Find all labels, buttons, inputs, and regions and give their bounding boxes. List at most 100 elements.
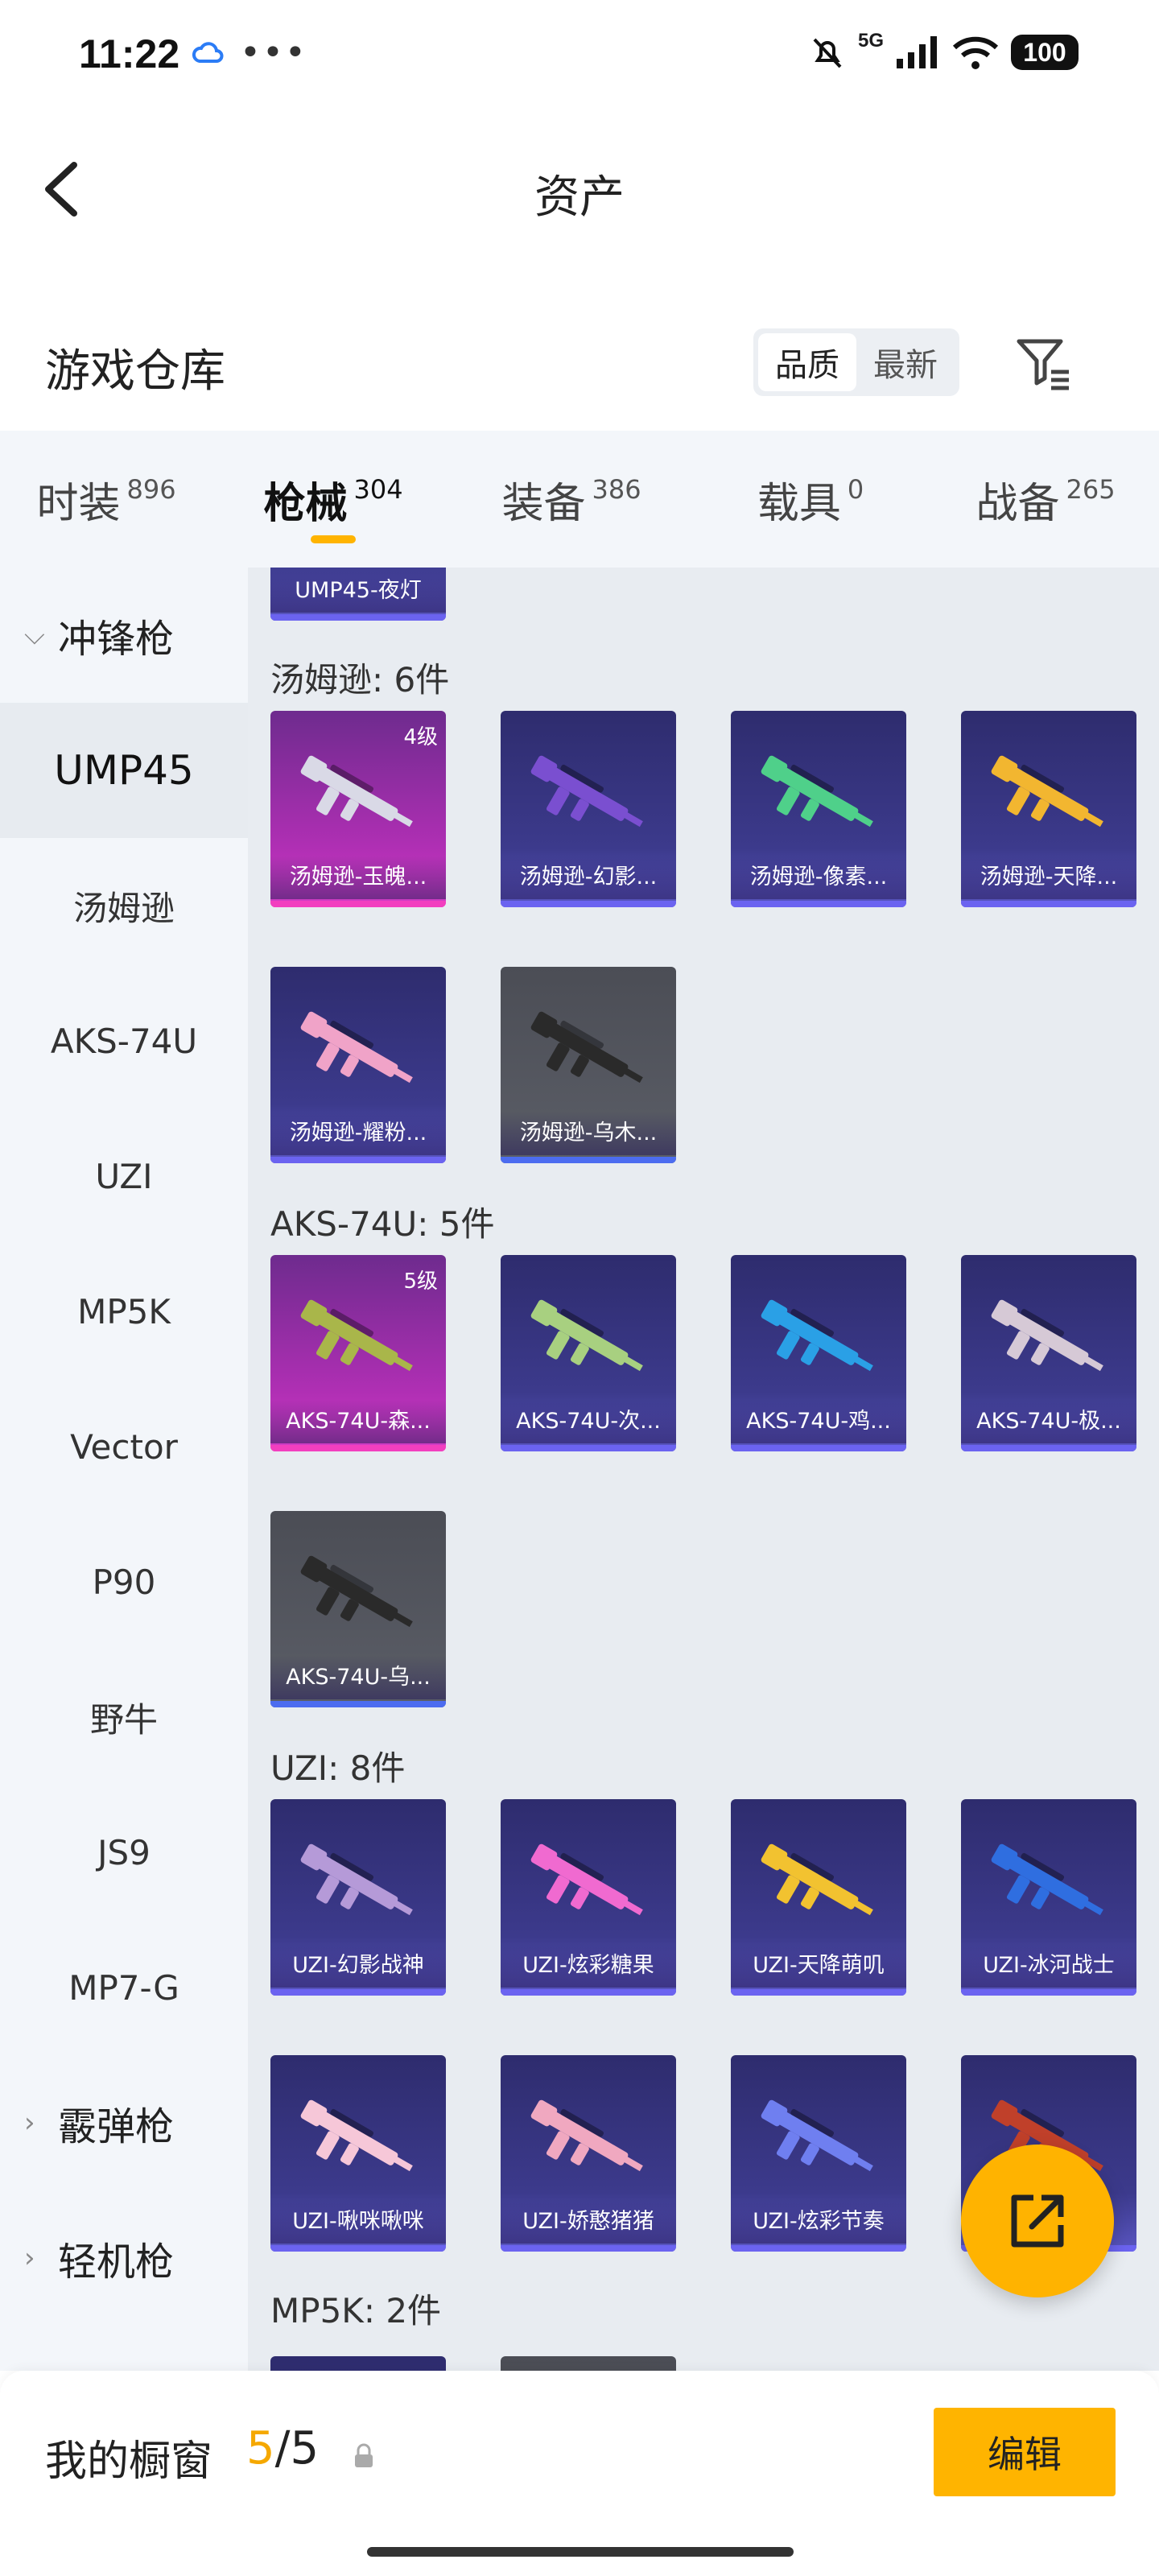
sidebar-item-thompson[interactable]: 汤姆逊 <box>0 838 248 973</box>
weapon-card-name: UZI-幻影战神 <box>270 1944 446 1988</box>
rarity-bar <box>270 1157 446 1163</box>
weapon-image <box>530 1843 643 1916</box>
rarity-bar <box>731 901 906 907</box>
edit-button[interactable]: 编辑 <box>934 2408 1116 2496</box>
weapon-card[interactable]: UZI-娇憨猪猪 <box>501 2055 676 2252</box>
weapon-image <box>300 755 413 828</box>
weapon-card-name: AKS-74U-极... <box>961 1400 1136 1443</box>
weapon-grid: UMP45-夜灯 汤姆逊: 6件 AKS-74U: 5件 UZI: 8件 MP5… <box>248 568 1159 2371</box>
tab-supplies[interactable]: 战备 265 <box>932 431 1159 568</box>
sidebar-item-js9[interactable]: JS9 <box>0 1785 248 1920</box>
sidebar-item-mp7g[interactable]: MP7-G <box>0 1920 248 2055</box>
showcase-total: /5 <box>274 2422 320 2475</box>
cloud-sync-icon <box>192 42 224 63</box>
weapon-card-name: UMP45-夜灯 <box>270 569 446 613</box>
weapon-image <box>530 1299 643 1372</box>
weapon-card-name: 汤姆逊-耀粉... <box>270 1112 446 1155</box>
sort-toggle: 品质 最新 <box>753 328 959 396</box>
share-button[interactable] <box>961 2145 1114 2297</box>
weapon-card[interactable]: 汤姆逊-天降... <box>961 711 1136 907</box>
weapon-card[interactable]: 汤姆逊-幻影... <box>501 711 676 907</box>
weapon-card[interactable]: UZI-炫彩节奏 <box>731 2055 906 2252</box>
weapon-image <box>761 1843 873 1916</box>
tab-costume[interactable]: 时装 896 <box>0 431 212 568</box>
rarity-bar <box>270 2245 446 2252</box>
rarity-bar <box>501 2245 676 2252</box>
weapon-card[interactable]: UZI-天降萌叽 <box>731 1799 906 1996</box>
sort-by-quality[interactable]: 品质 <box>758 333 856 391</box>
rarity-bar <box>270 1445 446 1451</box>
weapon-card-name: AKS-74U-森... <box>270 1400 446 1443</box>
weapon-card[interactable] <box>501 2356 676 2371</box>
weapon-image <box>530 1011 643 1084</box>
weapon-image <box>300 1011 413 1084</box>
weapon-card[interactable]: 汤姆逊-耀粉... <box>270 967 446 1163</box>
showcase-label: 我的橱窗 <box>45 2438 213 2486</box>
tab-label: 战备 <box>975 479 1060 528</box>
weapon-card-name: 汤姆逊-幻影... <box>501 856 676 899</box>
weapon-card[interactable]: UMP45-夜灯 <box>270 568 446 621</box>
showcase-count: 5/5 <box>246 2422 319 2475</box>
tab-label: 时装 <box>36 479 121 528</box>
tab-firearms[interactable]: 枪械 304 <box>212 431 454 568</box>
rarity-bar <box>501 901 676 907</box>
active-tab-indicator <box>311 535 356 543</box>
warehouse-header: 游戏仓库 品质 最新 <box>0 306 1159 427</box>
category-tabs: 时装 896 枪械 304 装备 386 载具 0 战备 265 <box>0 431 1159 568</box>
weapon-card[interactable]: UZI-冰河战士 <box>961 1799 1136 1996</box>
tab-equipment[interactable]: 装备 386 <box>454 431 689 568</box>
weapon-card[interactable]: 4级 汤姆逊-玉魄... <box>270 711 446 907</box>
tab-count: 386 <box>592 474 641 505</box>
rarity-bar <box>961 1989 1136 1996</box>
showcase-bar: 我的橱窗 5/5 编辑 <box>0 2371 1159 2576</box>
battery-icon: 100 <box>1011 35 1079 70</box>
weapon-image <box>991 1299 1103 1372</box>
weapon-card[interactable]: 5级 AKS-74U-森... <box>270 1255 446 1451</box>
weapon-card[interactable]: UZI-炫彩糖果 <box>501 1799 676 1996</box>
weapon-card[interactable]: UZI-幻影战神 <box>270 1799 446 1996</box>
rarity-bar <box>270 1701 446 1707</box>
status-time: 11:22 <box>79 31 180 76</box>
sort-by-newest[interactable]: 最新 <box>856 333 955 391</box>
status-icons: 5G 100 <box>808 30 1079 72</box>
weapon-image <box>761 2099 873 2172</box>
sidebar-group-lmg[interactable]: › 轻机枪 <box>0 2190 248 2326</box>
weapon-card[interactable] <box>270 2356 446 2371</box>
rarity-bar <box>501 1157 676 1163</box>
share-icon <box>1011 2194 1064 2248</box>
page-title: 资产 <box>534 171 625 224</box>
weapon-card[interactable]: AKS-74U-次... <box>501 1255 676 1451</box>
weapon-card[interactable]: 汤姆逊-乌木... <box>501 967 676 1163</box>
rarity-bar <box>731 2245 906 2252</box>
tab-vehicles[interactable]: 载具 0 <box>689 431 932 568</box>
tab-label: 装备 <box>501 479 586 528</box>
section-title-thompson: 汤姆逊: 6件 <box>270 660 450 700</box>
level-badge: 5级 <box>403 1269 438 1294</box>
weapon-image <box>530 755 643 828</box>
sidebar-item-vector[interactable]: Vector <box>0 1379 248 1514</box>
weapon-card[interactable]: AKS-74U-鸡... <box>731 1255 906 1451</box>
weapon-type-sidebar: ⌵ 冲锋枪 UMP45 汤姆逊 AKS-74U UZI MP5K Vector … <box>0 568 248 2371</box>
sidebar-group-shotgun[interactable]: › 霰弹枪 <box>0 2055 248 2190</box>
weapon-card-name: AKS-74U-乌... <box>270 1656 446 1699</box>
tab-label: 枪械 <box>263 479 348 528</box>
sidebar-item-mp5k[interactable]: MP5K <box>0 1244 248 1379</box>
section-title-uzi: UZI: 8件 <box>270 1748 406 1788</box>
signal-icon <box>897 36 937 68</box>
weapon-card[interactable]: 汤姆逊-像素... <box>731 711 906 907</box>
weapon-card-name: UZI-娇憨猪猪 <box>501 2200 676 2244</box>
more-dots-icon: ••• <box>240 32 307 73</box>
rarity-bar <box>270 1989 446 1996</box>
sidebar-group-smg[interactable]: ⌵ 冲锋枪 <box>0 568 248 703</box>
weapon-card[interactable]: AKS-74U-极... <box>961 1255 1136 1451</box>
filter-icon[interactable] <box>1011 330 1075 394</box>
weapon-card-name: 汤姆逊-天降... <box>961 856 1136 899</box>
weapon-card[interactable]: UZI-啾咪啾咪 <box>270 2055 446 2252</box>
warehouse-title: 游戏仓库 <box>45 345 225 398</box>
sidebar-item-ump45[interactable]: UMP45 <box>0 703 248 838</box>
sidebar-item-bizon[interactable]: 野牛 <box>0 1649 248 1785</box>
sidebar-item-uzi[interactable]: UZI <box>0 1108 248 1244</box>
sidebar-item-aks74u[interactable]: AKS-74U <box>0 973 248 1108</box>
sidebar-item-p90[interactable]: P90 <box>0 1514 248 1649</box>
weapon-card[interactable]: AKS-74U-乌... <box>270 1511 446 1707</box>
